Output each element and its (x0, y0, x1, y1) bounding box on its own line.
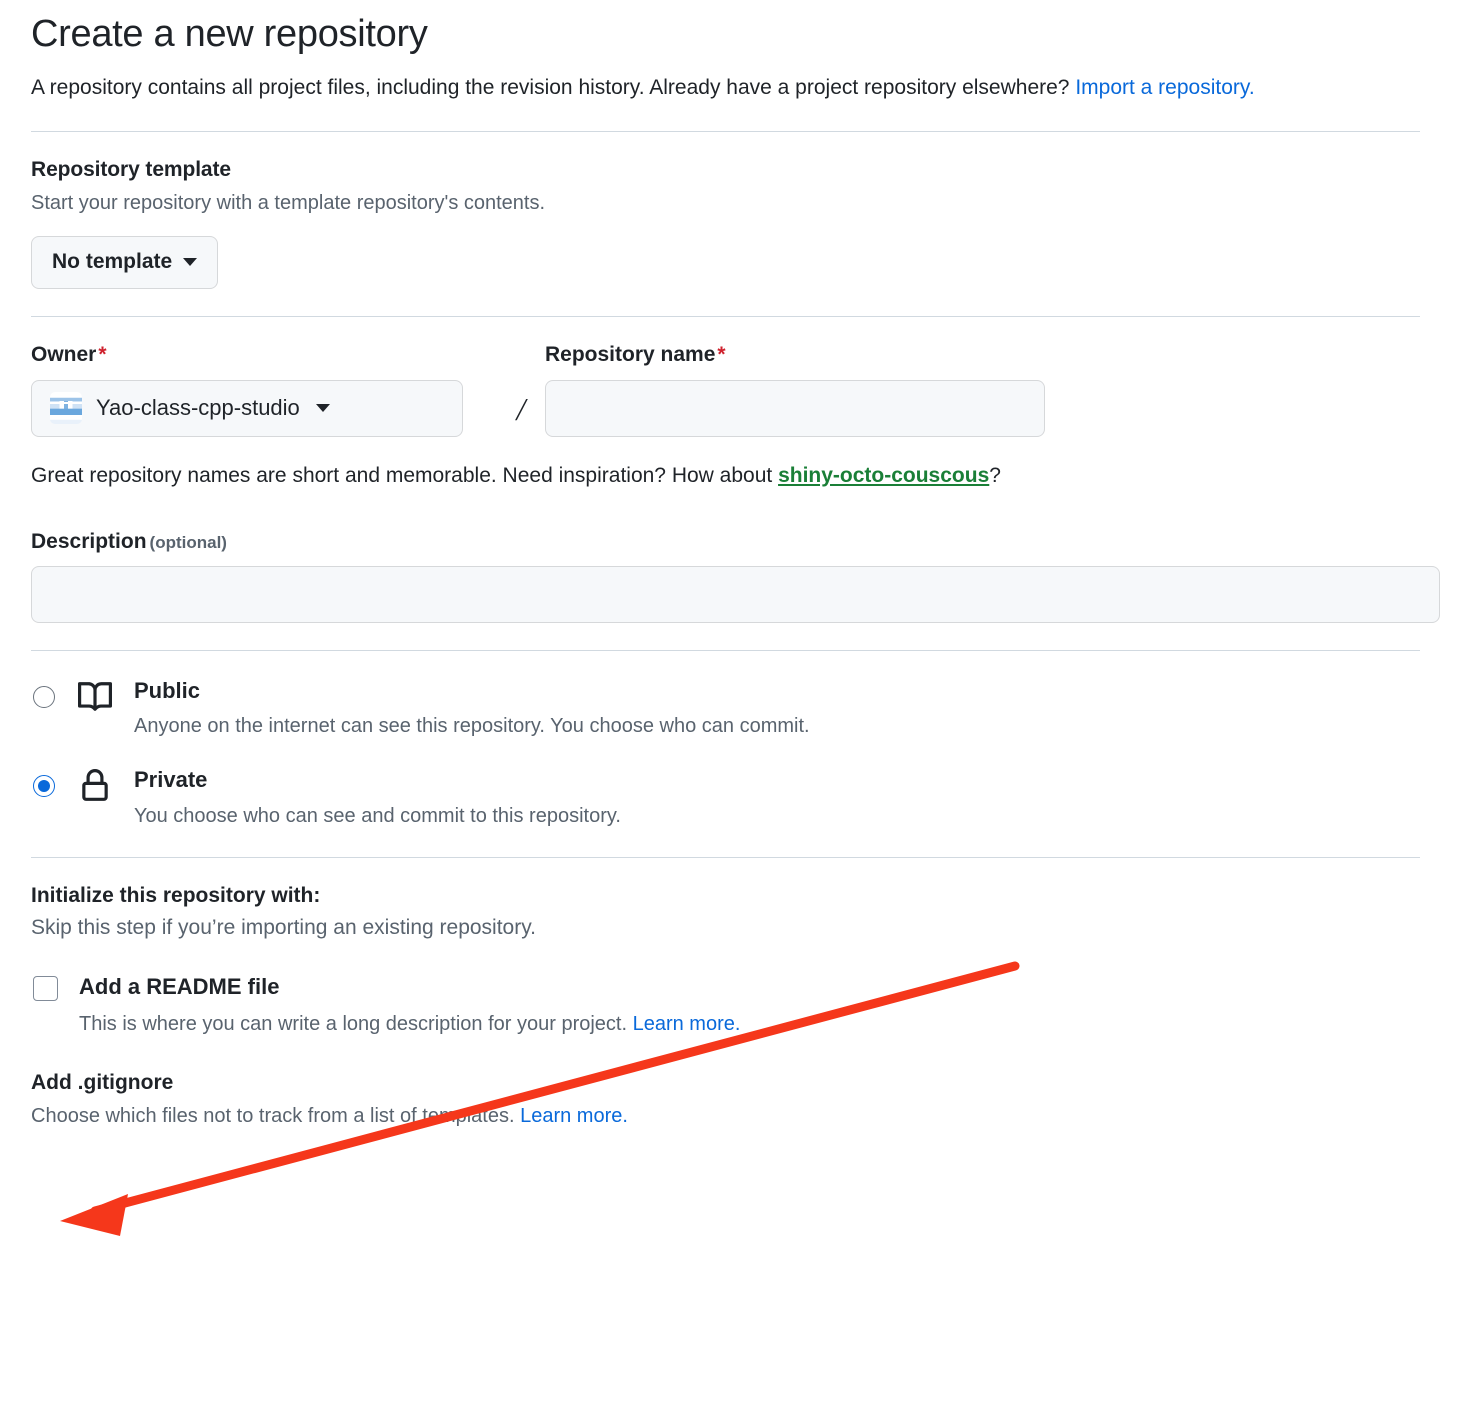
initialize-heading: Initialize this repository with: (31, 883, 321, 907)
page-title: Create a new repository (31, 13, 428, 55)
readme-learn-more-link[interactable]: Learn more. (633, 1013, 741, 1035)
repository-name-field-group: Repository name* (545, 343, 1045, 437)
readme-option-row[interactable]: Add a README file This is where you can … (31, 973, 1440, 1039)
page-description-text: A repository contains all project files,… (31, 75, 1076, 99)
template-select-button[interactable]: No template (31, 235, 219, 289)
visibility-public-name: Public (134, 677, 201, 703)
repository-name-label-text: Repository name (545, 342, 716, 366)
description-optional-tag: (optional) (149, 532, 227, 552)
owner-required-asterisk: * (98, 342, 107, 366)
divider-visibility (31, 649, 1420, 651)
repository-name-hint-text: Great repository names are short and mem… (31, 463, 779, 487)
gitignore-description: Choose which files not to track from a l… (31, 1105, 1440, 1128)
repository-name-input[interactable] (545, 379, 1045, 437)
visibility-private-description: You choose who can see and commit to thi… (134, 804, 621, 827)
visibility-option-private[interactable]: Private You choose who can see and commi… (31, 766, 1440, 830)
repository-template-section: Repository template Start your repositor… (31, 158, 1440, 289)
owner-and-name-row: Owner* Yao-class-cpp-studio / Repository… (31, 343, 1440, 437)
readme-option-body: Add a README file This is where you can … (79, 973, 740, 1039)
repo-book-icon (78, 680, 113, 719)
description-input[interactable] (31, 565, 1440, 623)
divider-top (31, 130, 1420, 132)
repository-template-heading: Repository template (31, 157, 231, 181)
description-label-text: Description (31, 529, 147, 553)
initialize-subtext: Skip this step if you’re importing an ex… (31, 915, 537, 939)
chevron-down-icon (315, 404, 330, 412)
gitignore-heading: Add .gitignore (31, 1071, 174, 1095)
owner-select-value: Yao-class-cpp-studio (96, 395, 300, 420)
visibility-option-public[interactable]: Public Anyone on the internet can see th… (31, 677, 1440, 741)
owner-label: Owner* (31, 343, 497, 367)
owner-label-text: Owner (31, 342, 97, 366)
visibility-public-body: Public Anyone on the internet can see th… (134, 677, 1440, 741)
page-description: A repository contains all project files,… (31, 72, 1341, 104)
owner-select[interactable]: Yao-class-cpp-studio (31, 379, 463, 437)
gitignore-learn-more-link[interactable]: Learn more. (520, 1105, 628, 1127)
readme-description-text: This is where you can write a long descr… (79, 1013, 633, 1036)
visibility-private-name: Private (134, 767, 208, 793)
owner-name-separator: / (516, 390, 526, 427)
gitignore-description-text: Choose which files not to track from a l… (31, 1105, 521, 1128)
repository-name-hint: Great repository names are short and mem… (31, 461, 1440, 490)
suggested-repository-name[interactable]: shiny-octo-couscous (778, 464, 989, 487)
divider-initialize (31, 856, 1420, 858)
repository-name-label: Repository name* (545, 343, 1045, 367)
divider-template (31, 315, 1420, 317)
readme-option-label: Add a README file (79, 973, 280, 999)
repository-template-subtext: Start your repository with a template re… (31, 191, 546, 214)
create-repository-page: Create a new repository A repository con… (0, 0, 1460, 1418)
checkbox-add-readme[interactable] (33, 975, 58, 1001)
readme-option-description: This is where you can write a long descr… (79, 1010, 740, 1038)
radio-public[interactable] (33, 685, 55, 708)
lock-icon (78, 769, 112, 808)
visibility-public-description: Anyone on the internet can see this repo… (134, 715, 810, 738)
owner-field-group: Owner* Yao-class-cpp-studio (31, 343, 497, 437)
chevron-down-icon (183, 258, 198, 266)
user-avatar-identicon (50, 392, 82, 424)
visibility-private-body: Private You choose who can see and commi… (134, 766, 1440, 830)
import-repository-link[interactable]: Import a repository. (1075, 76, 1254, 99)
radio-private[interactable] (33, 775, 55, 798)
repository-name-required-asterisk: * (717, 342, 726, 366)
repository-name-hint-suffix: ? (989, 463, 1001, 487)
description-label: Description (optional) (31, 530, 1440, 554)
template-select-label: No template (52, 250, 173, 273)
